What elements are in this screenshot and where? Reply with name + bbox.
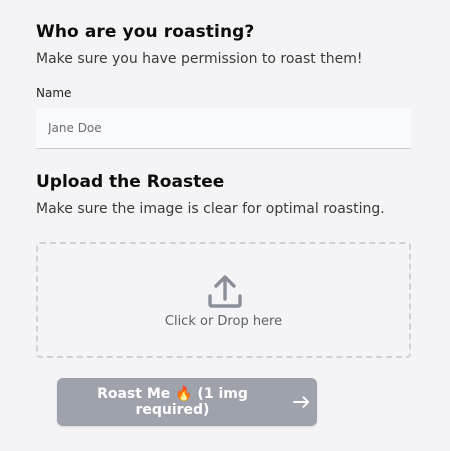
name-input[interactable] (36, 108, 411, 149)
name-label: Name (36, 86, 72, 100)
upload-title: Upload the Roastee (36, 172, 225, 192)
roastee-title: Who are you roasting? (36, 22, 255, 42)
upload-icon (208, 275, 242, 308)
roast-me-label: Roast Me 🔥 (1 img required) (97, 386, 248, 418)
arrow-right-icon (292, 396, 310, 408)
roast-me-button[interactable]: Roast Me 🔥 (1 img required) (57, 378, 317, 426)
roastee-subtitle: Make sure you have permission to roast t… (36, 51, 363, 67)
dropzone-text: Click or Drop here (164, 314, 283, 329)
upload-subtitle: Make sure the image is clear for optimal… (36, 201, 385, 217)
image-dropzone[interactable]: Click or Drop here (36, 242, 411, 358)
